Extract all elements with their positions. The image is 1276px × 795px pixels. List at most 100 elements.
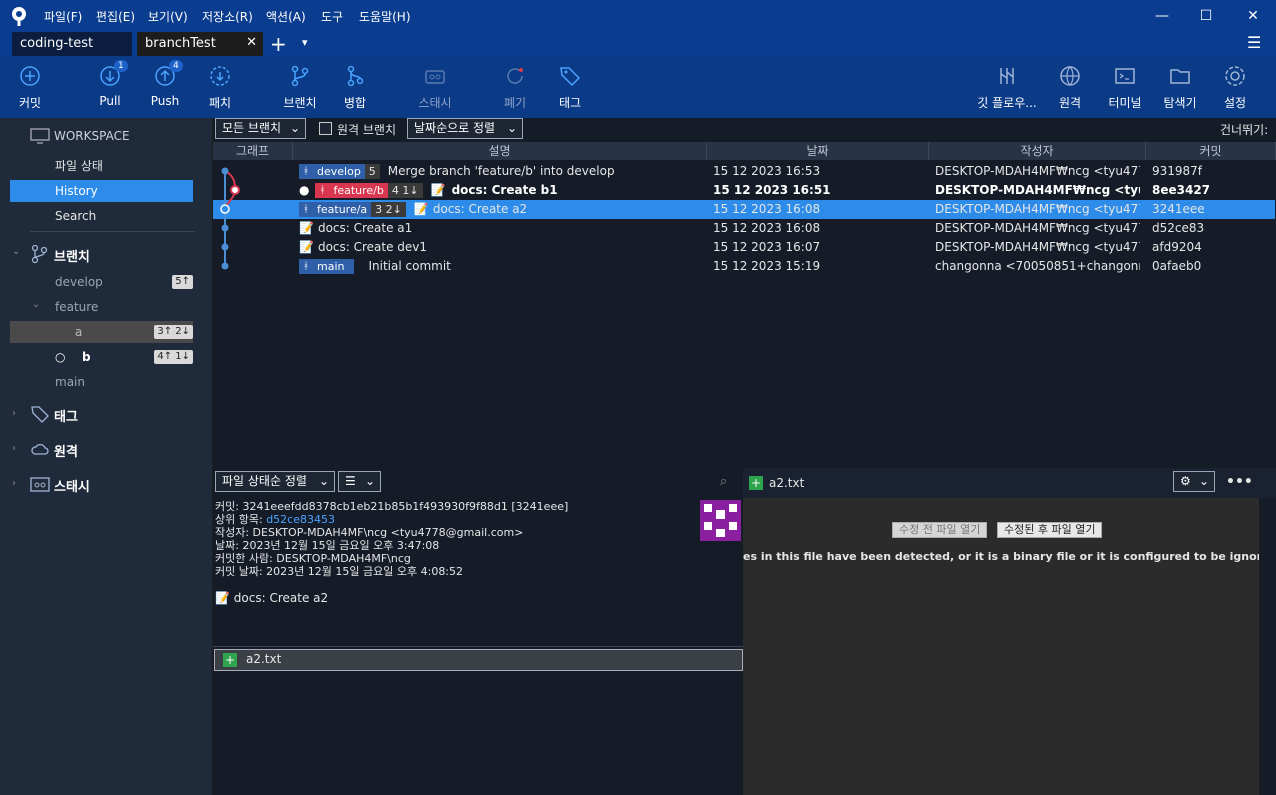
more-options-icon[interactable]: ••• — [1226, 474, 1253, 490]
search-icon[interactable]: ⌕ — [720, 474, 727, 489]
remote-branches-checkbox[interactable] — [319, 122, 332, 135]
table-row[interactable]: develop5Merge branch 'feature/b' into de… — [213, 162, 1275, 181]
chevron-down-icon: ⌄ — [318, 474, 329, 488]
commit-label: 커밋 — [18, 96, 42, 110]
sourcetree-logo-icon — [10, 6, 28, 26]
settings-label: 설정 — [1223, 96, 1247, 110]
table-row[interactable]: 📝 docs: Create dev1 15 12 2023 16:07 DESK… — [213, 238, 1275, 257]
branch-button[interactable]: 브랜치 — [270, 64, 330, 111]
sidebar-item-file-status[interactable]: 파일 상태 — [10, 155, 193, 177]
commit-date-line: 커밋 날짜: 2023년 12월 15일 금요일 오후 4:08:52 — [215, 565, 464, 578]
fetch-button[interactable]: 패치 — [190, 64, 250, 111]
table-row[interactable]: main Initial commit 15 12 2023 15:19 chan… — [213, 257, 1275, 276]
changed-file-row[interactable]: + a2.txt — [214, 649, 743, 671]
menu-help[interactable]: 도움말(H) — [359, 8, 411, 25]
gitflow-label: 깃 플로우... — [977, 96, 1037, 110]
stashes-header[interactable]: 스태시 — [54, 476, 90, 495]
column-graph[interactable]: 그래프 — [213, 142, 293, 160]
commit-button[interactable]: 커밋 — [0, 64, 60, 111]
column-description[interactable]: 설명 — [293, 142, 707, 160]
gitflow-button[interactable]: 깃 플로우... — [972, 64, 1042, 111]
diff-options-button[interactable]: ⚙ ⌄ — [1173, 471, 1215, 492]
ahead-behind-count: 3↑ 2↓ — [154, 325, 193, 339]
column-commit[interactable]: 커밋 — [1146, 142, 1276, 160]
sidebar-item-develop[interactable]: develop 5↑ — [10, 271, 193, 293]
folder-icon — [1170, 69, 1190, 84]
file-sort-select[interactable]: 파일 상태순 정렬 ⌄ — [215, 471, 335, 492]
divider — [30, 231, 195, 232]
add-tab-button[interactable]: + — [270, 32, 287, 56]
minimize-button[interactable]: — — [1152, 6, 1172, 26]
table-row-selected[interactable]: feature/a3 2↓📝docs: Create a2 15 12 2023… — [213, 200, 1275, 219]
tag-button[interactable]: 태그 — [540, 64, 600, 111]
commit-message: docs: Create dev1 — [317, 240, 428, 254]
terminal-button[interactable]: 터미널 — [1095, 64, 1155, 111]
author-cell: changonna <70050851+changonna@ — [935, 259, 1140, 273]
chevron-right-icon[interactable]: › — [12, 478, 16, 489]
menu-edit[interactable]: 편집(E) — [96, 8, 135, 25]
remotes-header[interactable]: 원격 — [54, 441, 78, 460]
menu-actions[interactable]: 액션(A) — [266, 8, 306, 25]
pull-button[interactable]: 1 Pull — [80, 60, 140, 108]
ref-count: 5 — [364, 164, 380, 179]
column-date[interactable]: 날짜 — [707, 142, 929, 160]
explorer-button[interactable]: 탐색기 — [1150, 64, 1210, 111]
table-row[interactable]: 📝 docs: Create a1 15 12 2023 16:08 DESKTO… — [213, 219, 1275, 238]
fetch-icon — [210, 66, 230, 86]
sidebar-item-history[interactable]: History — [10, 180, 193, 202]
tags-header[interactable]: 태그 — [54, 406, 78, 425]
tag-icon — [30, 404, 50, 424]
chevron-right-icon[interactable]: › — [12, 408, 16, 419]
tab-branchtest[interactable]: branchTest ✕ — [137, 32, 263, 56]
head-bullet-icon: ● — [299, 183, 310, 197]
branches-header[interactable]: 브랜치 — [54, 246, 90, 265]
menu-view[interactable]: 보기(V) — [148, 8, 188, 25]
settings-button[interactable]: 설정 — [1205, 64, 1265, 111]
menu-file[interactable]: 파일(F) — [44, 8, 82, 25]
document-icon: 📝 — [299, 240, 314, 254]
column-author[interactable]: 작성자 — [929, 142, 1146, 160]
discard-button[interactable]: 폐기 — [485, 64, 545, 111]
push-button[interactable]: 4 Push — [135, 60, 195, 108]
menu-tools[interactable]: 도구 — [321, 8, 343, 25]
open-after-button[interactable]: 수정된 후 파일 열기 — [997, 522, 1103, 538]
view-mode-select[interactable]: ☰ ⌄ — [338, 471, 381, 492]
remote-branches-label: 원격 브랜치 — [337, 123, 397, 137]
date-line: 날짜: 2023년 12월 15일 금요일 오후 3:47:08 — [215, 539, 440, 552]
document-icon: 📝 — [215, 591, 230, 605]
open-before-button[interactable]: 수정 전 파일 열기 — [892, 522, 988, 538]
close-button[interactable]: ✕ — [1243, 6, 1263, 26]
terminal-label: 터미널 — [1108, 96, 1142, 110]
parent-hash-link[interactable]: d52ce83453 — [266, 513, 335, 526]
document-icon: 📝 — [430, 183, 446, 197]
hash-cell: d52ce83 — [1152, 221, 1205, 235]
sidebar-item-search[interactable]: Search — [10, 205, 193, 227]
chevron-down-icon[interactable]: ⌄ — [12, 246, 20, 257]
tab-coding-test[interactable]: coding-test — [12, 32, 132, 56]
sidebar-item-b[interactable]: ○ b 4↑ 1↓ — [10, 346, 193, 368]
tab-label: branchTest — [145, 36, 216, 51]
maximize-button[interactable]: ☐ — [1196, 6, 1216, 26]
author-cell: DESKTOP-MDAH4MF₩ncg <tyu4778 — [935, 221, 1140, 235]
remote-button[interactable]: 원격 — [1040, 64, 1100, 111]
close-tab-icon[interactable]: ✕ — [246, 35, 257, 50]
gitflow-icon — [1000, 68, 1014, 84]
menu-repository[interactable]: 저장소(R) — [202, 8, 253, 25]
table-row[interactable]: ● feature/b4 1↓ 📝 docs: Create b1 15 12 202… — [213, 181, 1275, 200]
sort-select[interactable]: 날짜순으로 정렬 ⌄ — [407, 118, 523, 139]
branch-label: a — [75, 325, 83, 339]
commit-message: Initial commit — [368, 259, 451, 273]
branch-filter-select[interactable]: 모든 브랜치 ⌄ — [215, 118, 306, 139]
sidebar-item-feature[interactable]: feature — [10, 296, 193, 318]
chevron-right-icon[interactable]: › — [12, 443, 16, 454]
file-name: a2.txt — [246, 652, 282, 666]
gear-icon — [1225, 66, 1245, 86]
tab-menu-icon[interactable]: ▾ — [302, 36, 308, 49]
hamburger-icon[interactable]: ☰ — [1247, 33, 1261, 52]
sidebar-item-main[interactable]: main — [10, 371, 193, 393]
author-line: 작성자: DESKTOP-MDAH4MF\ncg <tyu4778@gmail.… — [215, 526, 524, 539]
description-cell: ● feature/b4 1↓ 📝 docs: Create b1 — [299, 181, 699, 200]
sidebar-item-a[interactable]: a 3↑ 2↓ — [10, 321, 193, 343]
stash-button[interactable]: 스태시 — [405, 64, 465, 111]
merge-button[interactable]: 병합 — [325, 64, 385, 111]
